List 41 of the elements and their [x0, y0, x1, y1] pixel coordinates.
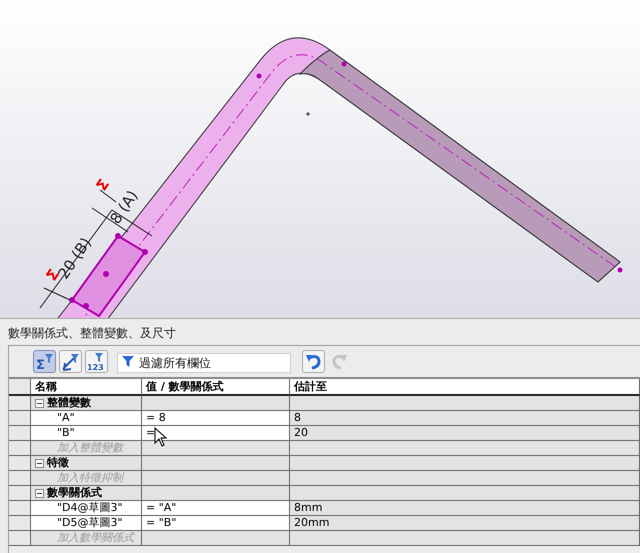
group-label: 整體變數: [47, 396, 91, 410]
row-header-cell: [9, 411, 31, 426]
row-header-cell: [9, 426, 31, 441]
table-cell: = 8: [142, 411, 290, 426]
row-header-cell: [9, 516, 31, 531]
column-header: 估計至: [290, 379, 640, 396]
row-header-cell: [9, 379, 31, 396]
row-header-cell: [9, 531, 31, 546]
collapse-icon[interactable]: [35, 488, 44, 498]
dimension-filter-icon: [61, 352, 80, 371]
row-header-cell: [9, 501, 31, 516]
table-cell: 20mm: [290, 516, 640, 531]
undo-icon: [304, 352, 323, 371]
table-cell: 8mm: [290, 501, 640, 516]
table-cell: 加入整體變數: [31, 441, 142, 456]
row-header-cell: [9, 471, 31, 486]
table-cell: "B": [31, 426, 142, 441]
table-cell: = "A": [142, 501, 290, 516]
mouse-cursor-icon: [154, 427, 168, 447]
table-cell: 加入數學關係式: [31, 531, 142, 546]
collapse-icon[interactable]: [35, 398, 44, 408]
table-cell: "A": [31, 411, 142, 426]
undo-button[interactable]: [302, 350, 325, 373]
table-cell: 加入特徵抑制: [31, 471, 142, 486]
column-header: 名稱: [31, 379, 142, 396]
table-cell: "D4@草圖3": [31, 501, 142, 516]
table-cell: 20: [290, 426, 640, 441]
panel-title: 數學關係式、整體變數、及尺寸: [7, 325, 177, 342]
dimensions-filter-button[interactable]: [59, 350, 82, 373]
filter-field[interactable]: 過濾所有欄位: [117, 352, 291, 372]
group-label: 特徵: [47, 456, 69, 470]
table-cell: =: [142, 426, 290, 441]
table-cell: 8: [290, 411, 640, 426]
column-header: 值 / 數學關係式: [142, 379, 290, 396]
table-cell: "D5@草圖3": [31, 516, 142, 531]
group-label: 數學關係式: [47, 486, 102, 500]
collapse-icon[interactable]: [35, 458, 44, 468]
row-header-cell: [9, 441, 31, 456]
table-cell: = "B": [142, 516, 290, 531]
funnel-icon: [122, 356, 134, 368]
redo-icon: [330, 352, 349, 371]
